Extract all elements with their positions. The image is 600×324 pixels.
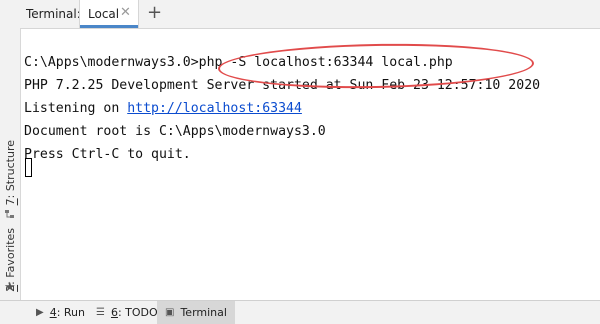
active-tab-indicator	[80, 25, 138, 28]
plus-icon[interactable]: +	[147, 2, 162, 24]
terminal-header: Terminal: Local ✕ +	[20, 0, 600, 29]
todo-tab-label: 6: TODO	[110, 306, 158, 319]
toolwindow-title: Terminal:	[26, 7, 81, 21]
structure-tab[interactable]: 7: Structure	[1, 140, 19, 221]
listening-url-link[interactable]: http://localhost:63344	[127, 101, 302, 116]
terminal-icon: ▣	[165, 307, 175, 318]
run-tab-label: 4: Run	[49, 306, 85, 319]
terminal-cursor	[25, 158, 32, 177]
run-tab[interactable]: ▶ 4: Run	[30, 301, 91, 324]
terminal-line-docroot: Document root is C:\Apps\modernways3.0	[24, 124, 326, 139]
terminal-line-server-start: PHP 7.2.25 Development Server started at…	[24, 78, 541, 93]
terminal-line-listening: Listening on http://localhost:63344	[24, 100, 302, 117]
run-icon: ▶	[36, 307, 44, 318]
terminal-output[interactable]: C:\Apps\modernways3.0>php -S localhost:6…	[21, 29, 600, 300]
star-icon: ★	[4, 280, 16, 295]
close-icon[interactable]: ✕	[120, 6, 131, 20]
terminal-tab-label: Terminal	[180, 306, 227, 319]
tab-local-label: Local	[88, 7, 120, 21]
todo-tab[interactable]: ☰ 6: TODO	[90, 301, 164, 324]
terminal-tab[interactable]: ▣ Terminal	[157, 301, 235, 324]
structure-tab-label: 7: Structure	[3, 140, 17, 206]
left-tool-strip: 7: Structure 2: Favorites ★	[0, 0, 21, 300]
bottom-toolbar: ▶ 4: Run ☰ 6: TODO ▣ Terminal	[0, 300, 600, 324]
terminal-line-quit: Press Ctrl-C to quit.	[24, 147, 191, 162]
listening-prefix: Listening on	[24, 101, 128, 116]
tab-local[interactable]: Local ✕	[79, 0, 139, 28]
todo-icon: ☰	[96, 307, 105, 318]
terminal-line-command: C:\Apps\modernways3.0>php -S localhost:6…	[24, 55, 453, 70]
structure-icon	[5, 210, 14, 219]
